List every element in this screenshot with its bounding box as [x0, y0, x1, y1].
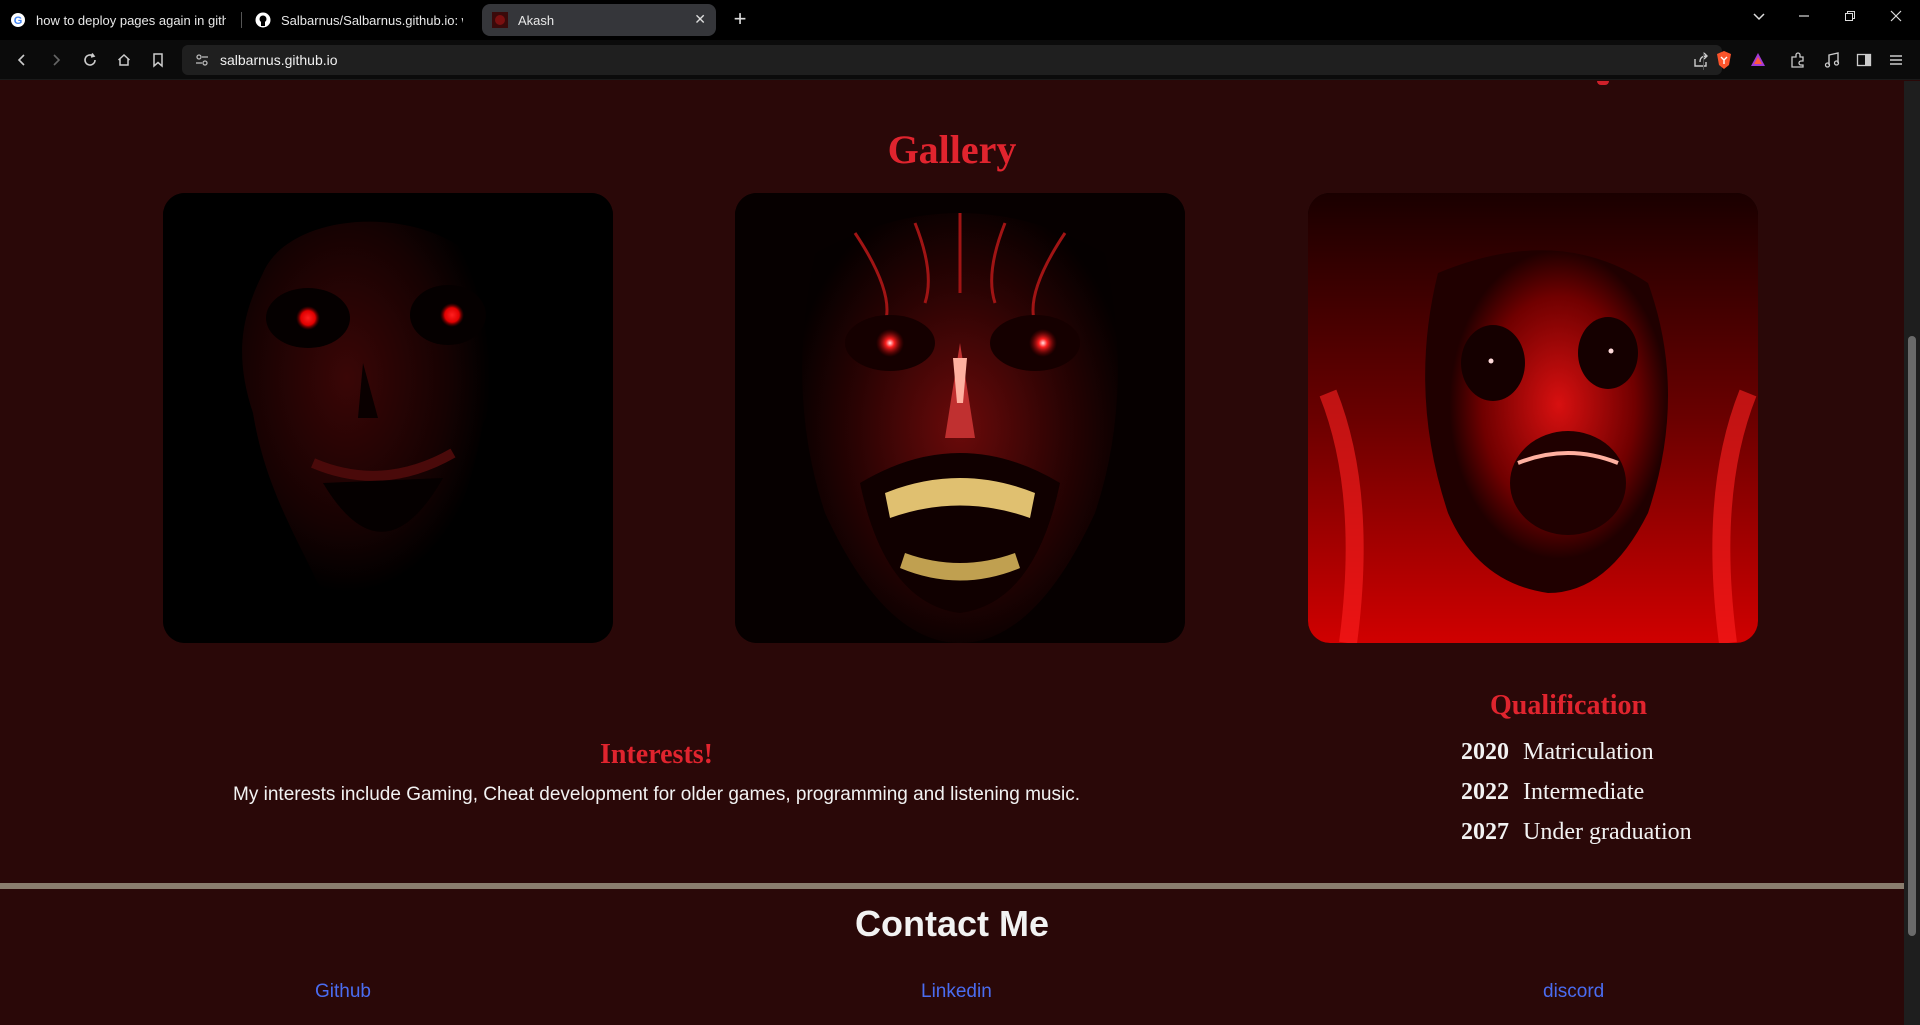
bookmark-icon[interactable] [146, 48, 170, 72]
linkedin-link[interactable]: Linkedin [921, 981, 992, 1003]
gallery-title: Gallery [887, 127, 1017, 172]
page-scrollbar[interactable] [1904, 81, 1920, 1025]
reload-icon[interactable] [78, 48, 102, 72]
scrolled-element-fragment [1597, 81, 1609, 85]
restore-icon[interactable] [1834, 4, 1866, 28]
qualification-label: Under graduation [1523, 819, 1692, 845]
minimize-icon[interactable] [1788, 4, 1820, 28]
tab-google-search[interactable]: G how to deploy pages again in github [0, 4, 236, 36]
sidebar-icon[interactable] [1852, 48, 1876, 72]
qualification-year: 2022 [1461, 779, 1509, 805]
toolbar-separator [1703, 52, 1704, 70]
site-settings-icon[interactable] [194, 52, 210, 68]
qualification-label: Matriculation [1523, 739, 1654, 765]
scrollbar-thumb[interactable] [1908, 336, 1916, 936]
home-icon[interactable] [112, 48, 136, 72]
close-window-icon[interactable] [1880, 4, 1912, 28]
browser-toolbar: salbarnus.github.io [0, 40, 1920, 80]
qualification-title: Qualification [1490, 690, 1648, 721]
back-icon[interactable] [10, 48, 34, 72]
tab-title: Akash [518, 12, 555, 28]
close-tab-icon[interactable]: ✕ [694, 11, 706, 28]
tab-separator [241, 12, 242, 28]
page-content: Gallery Interests! My interests include … [0, 81, 1904, 1025]
gallery-image-ghoul [1308, 193, 1758, 643]
qualification-item: 2022 Intermediate [1461, 779, 1692, 819]
qualification-label: Intermediate [1523, 779, 1645, 805]
extensions-icon[interactable] [1786, 48, 1810, 72]
discord-link[interactable]: discord [1543, 981, 1604, 1003]
qualification-item: 2020 Matriculation [1461, 739, 1692, 779]
qualification-year: 2027 [1461, 819, 1509, 845]
github-icon [255, 12, 271, 28]
qualification-list: 2020 Matriculation 2022 Intermediate 202… [1461, 739, 1692, 859]
menu-icon[interactable] [1884, 48, 1908, 72]
github-link[interactable]: Github [315, 981, 371, 1003]
google-icon: G [10, 12, 26, 28]
interests-text: My interests include Gaming, Cheat devel… [233, 784, 1080, 805]
forward-icon[interactable] [44, 48, 68, 72]
media-icon[interactable] [1820, 48, 1844, 72]
tab-search-chevron-icon[interactable] [1743, 4, 1775, 28]
tab-akash-active[interactable]: Akash ✕ [482, 4, 716, 36]
url-text: salbarnus.github.io [220, 52, 338, 68]
tab-bar: G how to deploy pages again in github Sa… [0, 0, 1920, 40]
svg-text:G: G [14, 15, 23, 27]
gallery-image-skull [163, 193, 613, 643]
address-bar[interactable]: salbarnus.github.io [182, 45, 1722, 75]
qualification-year: 2020 [1461, 739, 1509, 765]
brave-shields-icon[interactable] [1712, 48, 1736, 72]
qualification-item: 2027 Under graduation [1461, 819, 1692, 859]
new-tab-icon[interactable]: + [728, 8, 752, 32]
brave-rewards-icon[interactable] [1746, 48, 1770, 72]
site-favicon [492, 12, 508, 28]
tab-title: how to deploy pages again in github [36, 12, 226, 28]
tab-title: Salbarnus/Salbarnus.github.io: webs [281, 12, 463, 28]
interests-title: Interests! [599, 739, 713, 770]
share-icon[interactable] [1692, 51, 1710, 74]
section-divider [0, 883, 1904, 889]
tab-github[interactable]: Salbarnus/Salbarnus.github.io: webs [245, 4, 473, 36]
gallery-image-demon-face [735, 193, 1185, 643]
contact-title: Contact Me [854, 903, 1049, 944]
